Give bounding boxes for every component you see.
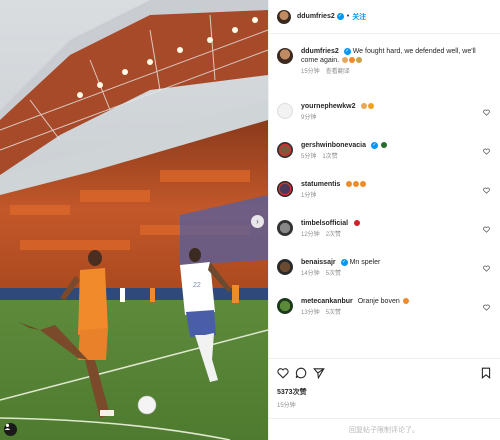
lion-icon [356, 57, 363, 64]
follow-button[interactable]: 关注 [352, 12, 366, 22]
comment-avatar[interactable] [277, 142, 293, 158]
like-comment-icon[interactable] [483, 265, 490, 272]
comment-avatar[interactable] [277, 181, 293, 197]
comment-likes[interactable]: 2次赞 [326, 232, 341, 238]
comment-restricted-notice: 回复帖子限制评论了。 [269, 418, 500, 440]
clapping-icon [361, 103, 368, 110]
comment-username[interactable]: timbelsofficial [301, 220, 348, 227]
comment-text: Oranje boven [357, 298, 400, 305]
stadium-photo: 22 [0, 0, 268, 440]
comment-username[interactable]: metecankanbur [301, 298, 353, 305]
comment-time: 12分钟 [301, 232, 320, 238]
tagged-users-button[interactable] [4, 423, 17, 436]
comment-likes[interactable]: 5次赞 [326, 310, 341, 316]
fire-icon [353, 181, 360, 188]
comment-row: yournephewkw2 9分钟 [277, 102, 492, 141]
comment-avatar[interactable] [277, 298, 293, 314]
next-photo-button[interactable]: › [251, 215, 264, 228]
svg-text:22: 22 [193, 282, 201, 289]
like-count[interactable]: 5373次赞 [277, 387, 492, 397]
like-comment-icon[interactable] [483, 187, 490, 194]
like-comment-icon[interactable] [483, 109, 490, 116]
comment-likes[interactable]: 5次赞 [326, 271, 341, 277]
caption-time: 15分钟 [301, 69, 320, 75]
fire-icon [368, 103, 375, 110]
comment-row: benaissajr ✓ Mn speler 14分钟 5次赞 [277, 258, 492, 297]
post-header: ddumfries2 ✓ • 关注 [269, 0, 500, 34]
like-comment-icon[interactable] [483, 226, 490, 233]
like-icon[interactable] [277, 367, 289, 379]
comment-row: metecankanbur Oranje boven 13分钟 5次赞 [277, 297, 492, 336]
verified-icon: ✓ [336, 13, 344, 20]
share-icon[interactable] [313, 367, 325, 379]
orange-heart-icon [402, 298, 409, 305]
comment-icon[interactable] [295, 367, 307, 379]
comment-time: 13分钟 [301, 310, 320, 316]
caption: ddumfries2 ✓ We fought hard, we defended … [277, 38, 492, 102]
comment-time: 5分钟 [301, 154, 317, 160]
red-heart-icon [354, 220, 361, 227]
like-comment-icon[interactable] [483, 304, 490, 311]
translate-link[interactable]: 查看翻译 [326, 69, 350, 75]
post-actions: 5373次赞 15分钟 [269, 358, 500, 418]
like-comment-icon[interactable] [483, 148, 490, 155]
comment-avatar[interactable] [277, 259, 293, 275]
user-icon [4, 423, 11, 430]
fire-icon [360, 181, 367, 188]
fire-icon [346, 181, 353, 188]
comments-list: ddumfries2 ✓ We fought hard, we defended … [269, 34, 500, 358]
caption-username[interactable]: ddumfries2 [301, 48, 339, 55]
orange-heart-icon [349, 57, 356, 64]
verified-icon: ✓ [370, 141, 378, 149]
comment-time: 1分钟 [301, 193, 317, 199]
post-sidebar: ddumfries2 ✓ • 关注 ddumfries2 ✓ We fought … [268, 0, 500, 440]
post-photo: 22 › [0, 0, 268, 440]
flexed-biceps-icon [342, 57, 349, 64]
comment-username[interactable]: gershwinbonevacia [301, 142, 366, 149]
comment-row: statumentis 1分钟 [277, 180, 492, 219]
comment-username[interactable]: benaissajr [301, 259, 336, 266]
caption-avatar[interactable] [277, 48, 293, 64]
bookmark-icon[interactable] [480, 367, 492, 379]
verified-icon: ✓ [343, 47, 351, 55]
instagram-post: 22 › ddumfries2 ✓ • 关注 ddumfries2 ✓ We f… [0, 0, 500, 440]
comment-row: gershwinbonevacia ✓ 5分钟 1次赞 [277, 141, 492, 180]
comment-time: 14分钟 [301, 271, 320, 277]
comment-username[interactable]: yournephewkw2 [301, 103, 355, 110]
comment-username[interactable]: statumentis [301, 181, 340, 188]
comment-row: timbelsofficial 12分钟 2次赞 [277, 219, 492, 258]
comment-text: Mn speler [349, 259, 381, 266]
comment-time: 9分钟 [301, 115, 317, 121]
comment-likes[interactable]: 1次赞 [322, 154, 337, 160]
comment-avatar[interactable] [277, 103, 293, 119]
verified-icon: ✓ [340, 258, 348, 266]
post-date: 15分钟 [277, 403, 296, 409]
emoji-icon [380, 142, 387, 149]
separator-dot: • [346, 13, 350, 20]
avatar[interactable] [277, 9, 291, 24]
comment-avatar[interactable] [277, 220, 293, 236]
header-username[interactable]: ddumfries2 [297, 13, 335, 20]
